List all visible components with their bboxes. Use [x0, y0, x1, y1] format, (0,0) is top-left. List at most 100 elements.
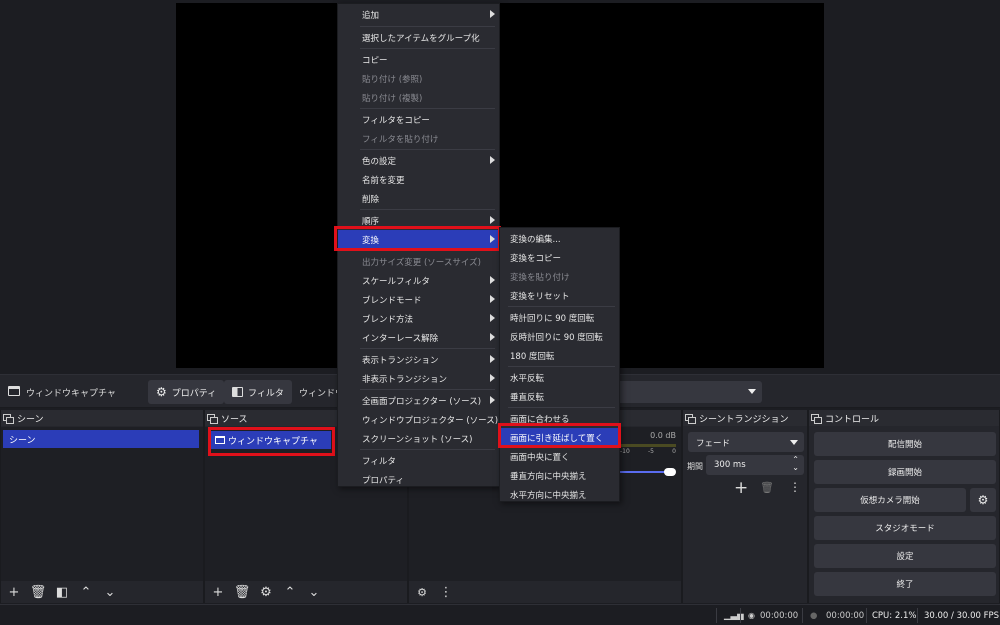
add-scene-icon[interactable]: +: [7, 585, 21, 599]
menu-item-show-transition[interactable]: 表示トランジション: [338, 350, 499, 369]
chevron-right-icon: [490, 374, 495, 382]
chevron-right-icon: [490, 314, 495, 322]
menu-item-reset-transform[interactable]: 変換をリセット: [500, 286, 619, 305]
stream-time: 00:00:00: [760, 611, 799, 621]
menu-item-remove[interactable]: 削除: [338, 189, 499, 208]
menu-item-copy-transform[interactable]: 変換をコピー: [500, 248, 619, 267]
menu-item-group-selected[interactable]: 選択したアイテムをグループ化: [338, 28, 499, 47]
menu-separator: [360, 108, 495, 109]
menu-item-center-vertically[interactable]: 垂直方向に中央揃え: [500, 466, 619, 485]
menu-item-transform[interactable]: 変換: [338, 230, 499, 249]
source-properties-icon[interactable]: ⚙: [259, 585, 273, 599]
menu-item-properties[interactable]: プロパティ: [338, 470, 499, 489]
filters-button[interactable]: フィルタ: [224, 380, 292, 404]
more-options-icon[interactable]: ⋮: [439, 585, 453, 599]
menu-separator: [360, 26, 495, 27]
add-source-icon[interactable]: +: [211, 585, 225, 599]
window-capture-icon: [215, 436, 225, 444]
chevron-right-icon: [490, 333, 495, 341]
studio-mode-button[interactable]: スタジオモード: [814, 516, 996, 540]
menu-item-copy[interactable]: コピー: [338, 50, 499, 69]
menu-separator: [508, 366, 615, 367]
meter-ticks: -10 -5 0: [620, 448, 676, 455]
menu-separator: [508, 407, 615, 408]
chevron-right-icon: [490, 276, 495, 284]
menu-separator: [508, 306, 615, 307]
window-select[interactable]: [600, 381, 762, 403]
menu-item-rotate-cw[interactable]: 時計回りに 90 度回転: [500, 308, 619, 327]
menu-separator: [360, 449, 495, 450]
menu-item-blend-mode[interactable]: ブレンドモード: [338, 290, 499, 309]
duration-spinbox[interactable]: 300 ms ⌃ ⌄: [706, 455, 804, 475]
chevron-right-icon: [490, 235, 495, 243]
trash-icon[interactable]: 🗑: [760, 481, 774, 494]
menu-item-stretch-to-screen[interactable]: 画面に引き延ばして置く: [500, 428, 619, 447]
menu-item-fullscreen-projector[interactable]: 全画面プロジェクター (ソース): [338, 391, 499, 410]
move-down-icon[interactable]: ⌄: [103, 585, 117, 599]
start-recording-button[interactable]: 録画開始: [814, 460, 996, 484]
chevron-right-icon: [490, 295, 495, 303]
move-down-icon[interactable]: ⌄: [307, 585, 321, 599]
duration-label: 期間: [687, 462, 703, 471]
menu-item-rotate-180[interactable]: 180 度回転: [500, 346, 619, 365]
menu-separator: [360, 48, 495, 49]
menu-item-center-horizontally[interactable]: 水平方向に中央揃え: [500, 485, 619, 504]
menu-separator: [360, 389, 495, 390]
menu-item-scale-filter[interactable]: スケールフィルタ: [338, 271, 499, 290]
menu-item-flip-horizontal[interactable]: 水平反転: [500, 368, 619, 387]
menu-item-screenshot[interactable]: スクリーンショット (ソース): [338, 429, 499, 448]
menu-item-fit-to-screen[interactable]: 画面に合わせる: [500, 409, 619, 428]
settings-button[interactable]: 設定: [814, 544, 996, 568]
menu-item-paste-reference[interactable]: 貼り付け (参照): [338, 69, 499, 88]
advanced-audio-icon[interactable]: ⚙: [415, 585, 429, 599]
trash-icon[interactable]: 🗑: [30, 585, 47, 599]
menu-item-filters[interactable]: フィルタ: [338, 451, 499, 470]
chevron-right-icon: [490, 156, 495, 164]
menu-item-edit-transform[interactable]: 変換の編集...: [500, 229, 619, 248]
transition-select[interactable]: フェード: [688, 432, 804, 452]
menu-item-rotate-ccw[interactable]: 反時計回りに 90 度回転: [500, 327, 619, 346]
scene-filters-icon[interactable]: ◧: [55, 585, 69, 599]
source-context-menu: 追加 選択したアイテムをグループ化 コピー 貼り付け (参照) 貼り付け (複製…: [337, 3, 500, 487]
menu-item-resize-output[interactable]: 出力サイズ変更 (ソースサイズ): [338, 252, 499, 271]
start-virtual-camera-button[interactable]: 仮想カメラ開始: [814, 488, 966, 512]
menu-item-set-color[interactable]: 色の設定: [338, 151, 499, 170]
menu-item-paste-transform[interactable]: 変換を貼り付け: [500, 267, 619, 286]
status-divider: [917, 608, 918, 623]
source-item[interactable]: ウィンドウキャプチャ: [211, 431, 331, 449]
dock-float-icon[interactable]: [3, 413, 14, 424]
scenes-dock-header: シーン: [1, 410, 203, 426]
sources-footer: + 🗑 ⚙ ⌃ ⌄: [205, 581, 407, 603]
move-up-icon[interactable]: ⌃: [79, 585, 93, 599]
menu-item-center-to-screen[interactable]: 画面中央に置く: [500, 447, 619, 466]
add-transition-icon[interactable]: +: [734, 478, 748, 498]
menu-item-paste-duplicate[interactable]: 貼り付け (複製): [338, 88, 499, 107]
menu-item-add[interactable]: 追加: [338, 5, 499, 24]
virtual-camera-settings-button[interactable]: ⚙: [970, 488, 996, 512]
menu-item-deinterlacing[interactable]: インターレース解除: [338, 328, 499, 347]
start-streaming-button[interactable]: 配信開始: [814, 432, 996, 456]
scene-item[interactable]: シーン: [3, 430, 199, 448]
menu-item-copy-filters[interactable]: フィルタをコピー: [338, 110, 499, 129]
dock-float-icon[interactable]: [207, 413, 218, 424]
volume-knob[interactable]: [664, 468, 676, 476]
dock-float-icon[interactable]: [685, 413, 696, 424]
menu-item-blend-method[interactable]: ブレンド方法: [338, 309, 499, 328]
menu-item-windowed-projector[interactable]: ウィンドウプロジェクター (ソース): [338, 410, 499, 429]
status-divider: [740, 608, 741, 623]
volume-slider[interactable]: [620, 468, 676, 476]
meter-bar: [620, 444, 676, 447]
menu-item-hide-transition[interactable]: 非表示トランジション: [338, 369, 499, 388]
exit-button[interactable]: 終了: [814, 572, 996, 596]
spinner-arrows-icon[interactable]: ⌃ ⌄: [792, 456, 799, 472]
menu-item-paste-filters[interactable]: フィルタを貼り付け: [338, 129, 499, 148]
dock-float-icon[interactable]: [811, 413, 822, 424]
menu-item-flip-vertical[interactable]: 垂直反転: [500, 387, 619, 406]
properties-button[interactable]: ⚙ プロパティ: [148, 380, 225, 404]
more-options-icon[interactable]: ⋮: [789, 480, 801, 494]
status-divider: [716, 608, 717, 623]
menu-item-order[interactable]: 順序: [338, 211, 499, 230]
trash-icon[interactable]: 🗑: [234, 585, 251, 599]
menu-item-rename[interactable]: 名前を変更: [338, 170, 499, 189]
move-up-icon[interactable]: ⌃: [283, 585, 297, 599]
